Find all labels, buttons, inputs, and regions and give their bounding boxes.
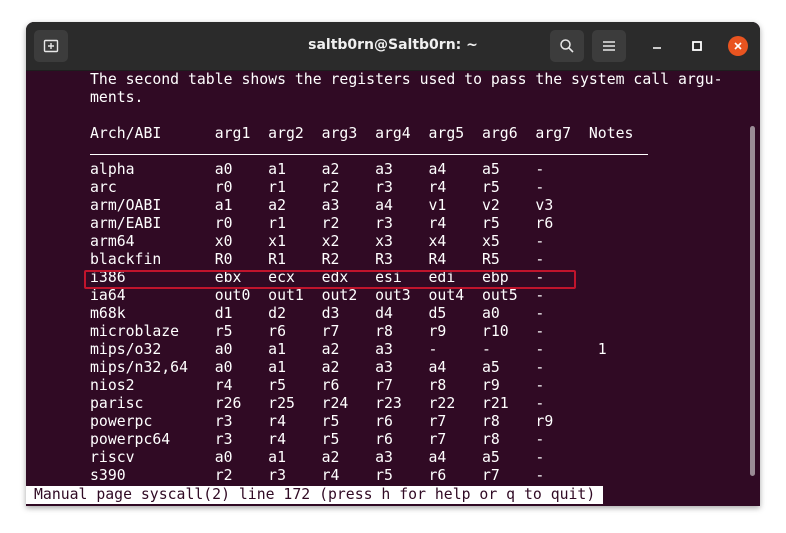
terminal-window: saltb0rn@Saltb0rn: ~ The second table sh…: [26, 22, 760, 506]
man-text-line: The second table shows the registers use…: [90, 71, 723, 88]
table-row: mips/n32,64 a0 a1 a2 a3 a4 a5 -: [90, 359, 545, 376]
maximize-button[interactable]: [687, 36, 707, 56]
table-row: mips/o32 a0 a1 a2 a3 - - - 1: [90, 341, 607, 358]
table-row: arm/EABI r0 r1 r2 r3 r4 r5 r6: [90, 215, 554, 232]
table-row: ia64 out0 out1 out2 out3 out4 out5 -: [90, 287, 545, 304]
table-header-row: Arch/ABI arg1 arg2 arg3 arg4 arg5 arg6 a…: [90, 125, 634, 142]
hamburger-menu-icon: [603, 41, 615, 51]
search-icon: [560, 39, 574, 53]
table-row: alpha a0 a1 a2 a3 a4 a5 -: [90, 161, 545, 178]
scrollbar[interactable]: [750, 126, 755, 476]
minimize-icon: [653, 47, 661, 49]
table-row: parisc r26 r25 r24 r23 r22 r21 -: [90, 395, 545, 412]
table-row: nios2 r4 r5 r6 r7 r8 r9 -: [90, 377, 545, 394]
man-text-line: ments.: [90, 89, 144, 106]
table-row: riscv a0 a1 a2 a3 a4 a5 -: [90, 449, 545, 466]
table-row: m68k d1 d2 d3 d4 d5 a0 -: [90, 305, 545, 322]
maximize-icon: [692, 41, 702, 51]
pager-status-line: Manual page syscall(2) line 172 (press h…: [26, 486, 604, 504]
table-row: arc r0 r1 r2 r3 r4 r5 -: [90, 179, 545, 196]
title-bar: saltb0rn@Saltb0rn: ~: [26, 22, 760, 71]
table-row: blackfin R0 R1 R2 R3 R4 R5 -: [90, 251, 545, 268]
close-icon: [734, 42, 742, 50]
minimize-button[interactable]: [647, 36, 667, 56]
search-button[interactable]: [550, 30, 584, 62]
table-row: arm/OABI a1 a2 a3 a4 v1 v2 v3: [90, 197, 554, 214]
table-row: powerpc64 r3 r4 r5 r6 r7 r8 -: [90, 431, 545, 448]
terminal-area[interactable]: The second table shows the registers use…: [26, 71, 760, 506]
table-row: microblaze r5 r6 r7 r8 r9 r10 -: [90, 323, 545, 340]
table-row: arm64 x0 x1 x2 x3 x4 x5 -: [90, 233, 545, 250]
close-button[interactable]: [728, 36, 748, 56]
table-header-underline: [90, 154, 648, 155]
table-row: powerpc r3 r4 r5 r6 r7 r8 r9: [90, 413, 554, 430]
i386-highlight-box: [84, 270, 576, 289]
menu-button[interactable]: [592, 30, 626, 62]
table-row: s390 r2 r3 r4 r5 r6 r7 -: [90, 467, 545, 484]
